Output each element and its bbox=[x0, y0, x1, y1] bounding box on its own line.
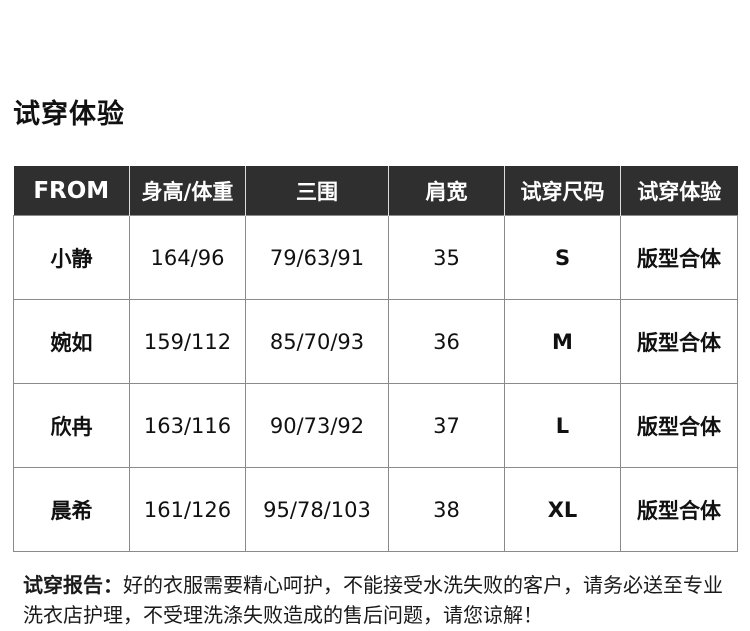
cell-size: XL bbox=[504, 467, 621, 552]
care-note-label: 试穿报告： bbox=[23, 573, 123, 597]
header-shoulder: 肩宽 bbox=[388, 166, 505, 216]
cell-measurements: 95/78/103 bbox=[245, 467, 389, 552]
cell-measurements: 79/63/91 bbox=[245, 215, 389, 300]
header-from: FROM bbox=[13, 166, 130, 216]
cell-name: 欣冉 bbox=[13, 383, 130, 468]
cell-name: 晨希 bbox=[13, 467, 130, 552]
cell-size: L bbox=[504, 383, 621, 468]
cell-measurements: 85/70/93 bbox=[245, 299, 389, 384]
cell-name: 婉如 bbox=[13, 299, 130, 384]
cell-height-weight: 159/112 bbox=[129, 299, 246, 384]
cell-fit: 版型合体 bbox=[620, 299, 738, 384]
cell-fit: 版型合体 bbox=[620, 383, 738, 468]
cell-name: 小静 bbox=[13, 215, 130, 300]
cell-fit: 版型合体 bbox=[620, 467, 738, 552]
cell-height-weight: 161/126 bbox=[129, 467, 246, 552]
care-note: 试穿报告：好的衣服需要精心呵护，不能接受水洗失败的客户，请务必送至专业洗衣店护理… bbox=[23, 570, 741, 630]
cell-shoulder: 35 bbox=[388, 215, 505, 300]
header-height-weight: 身高/体重 bbox=[129, 166, 246, 216]
cell-height-weight: 163/116 bbox=[129, 383, 246, 468]
cell-shoulder: 36 bbox=[388, 299, 505, 384]
cell-height-weight: 164/96 bbox=[129, 215, 246, 300]
fitting-table: FROM 身高/体重 三围 肩宽 试穿尺码 试穿体验 小静 164/96 79/… bbox=[13, 166, 738, 552]
table-row: 晨希 161/126 95/78/103 38 XL 版型合体 bbox=[13, 467, 738, 552]
cell-shoulder: 37 bbox=[388, 383, 505, 468]
table-row: 小静 164/96 79/63/91 35 S 版型合体 bbox=[13, 215, 738, 300]
table-header-row: FROM 身高/体重 三围 肩宽 试穿尺码 试穿体验 bbox=[13, 166, 738, 216]
table-row: 欣冉 163/116 90/73/92 37 L 版型合体 bbox=[13, 383, 738, 468]
care-note-text: 好的衣服需要精心呵护，不能接受水洗失败的客户，请务必送至专业洗衣店护理，不受理洗… bbox=[23, 573, 723, 627]
cell-size: M bbox=[504, 299, 621, 384]
section-title: 试穿体验 bbox=[13, 99, 125, 130]
header-size: 试穿尺码 bbox=[504, 166, 621, 216]
table-row: 婉如 159/112 85/70/93 36 M 版型合体 bbox=[13, 299, 738, 384]
header-measurements: 三围 bbox=[245, 166, 389, 216]
cell-size: S bbox=[504, 215, 621, 300]
header-fit: 试穿体验 bbox=[620, 166, 738, 216]
cell-measurements: 90/73/92 bbox=[245, 383, 389, 468]
cell-shoulder: 38 bbox=[388, 467, 505, 552]
cell-fit: 版型合体 bbox=[620, 215, 738, 300]
